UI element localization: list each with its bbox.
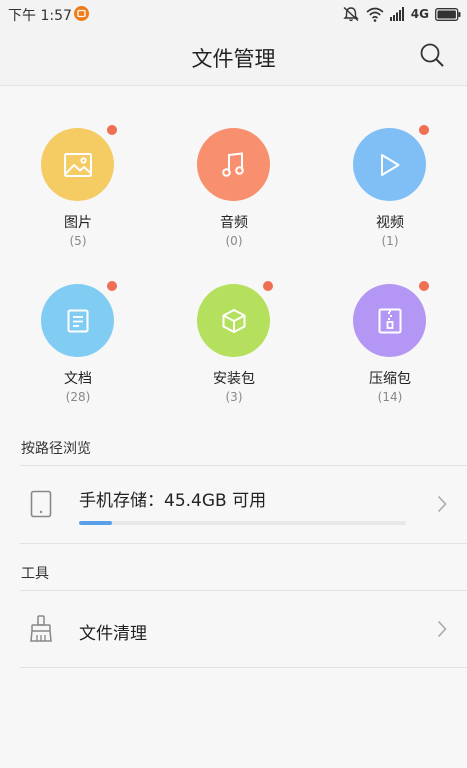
status-icons: 4G [342,5,461,23]
category-count: (28) [65,390,91,404]
category-circle [353,284,426,357]
storage-row[interactable]: 手机存储：45.4GB 可用 [0,466,467,543]
new-badge-dot [419,281,429,291]
category-label: 压缩包 [369,371,411,387]
file-cleanup-label: 文件清理 [79,624,147,644]
zip-icon [378,308,401,333]
category-label: 安装包 [213,371,255,387]
title-bar: 文件管理 [0,28,467,86]
app-notification-icon [74,6,89,21]
category-circle [41,128,114,201]
search-button[interactable] [419,42,445,68]
category-label: 视频 [376,215,404,231]
image-icon [63,152,92,177]
document-icon [67,309,88,332]
package-icon [222,308,245,333]
category-video[interactable]: 视频 (1) [330,125,450,258]
category-archives[interactable]: 压缩包 (14) [330,281,450,414]
category-packages[interactable]: 安装包 (3) [174,281,294,414]
file-cleanup-row[interactable]: 文件清理 [0,591,467,667]
battery-icon [435,7,461,21]
new-badge-dot [419,125,429,135]
category-images[interactable]: 图片 (5) [18,125,138,258]
storage-progress-fill [79,521,112,525]
wifi-icon [366,7,384,22]
divider [20,667,467,668]
storage-label: 手机存储：45.4GB 可用 [79,491,267,511]
phone-icon [30,490,52,518]
category-circle [353,128,426,201]
chevron-right-icon [437,495,447,513]
category-label: 图片 [64,215,92,231]
category-audio[interactable]: 音频 (0) [174,128,294,258]
new-badge-dot [263,281,273,291]
category-circle [41,284,114,357]
new-badge-dot [107,281,117,291]
chevron-right-icon [437,620,447,638]
play-icon [380,153,399,176]
search-icon [420,43,444,67]
category-label: 音频 [220,215,248,231]
new-badge-dot [107,125,117,135]
category-circle [197,284,270,357]
music-icon [221,151,244,177]
category-count: (3) [225,390,243,404]
category-documents[interactable]: 文档 (28) [18,281,138,414]
storage-progress-bar [79,521,406,525]
category-count: (1) [381,234,399,248]
network-type: 4G [410,7,429,21]
broom-icon [30,615,52,642]
section-title-browse: 按路径浏览 [21,441,91,457]
signal-icon [389,7,404,21]
category-count: (0) [225,234,243,248]
section-title-tools: 工具 [21,566,49,582]
category-count: (5) [69,234,87,248]
page-title: 文件管理 [191,47,276,71]
category-count: (14) [377,390,403,404]
category-label: 文档 [64,371,92,387]
status-bar: 下午 1:57 4G [0,0,467,28]
mute-icon [343,6,359,22]
category-circle [197,128,270,201]
status-time: 下午 1:57 [8,8,72,24]
divider [20,543,467,544]
